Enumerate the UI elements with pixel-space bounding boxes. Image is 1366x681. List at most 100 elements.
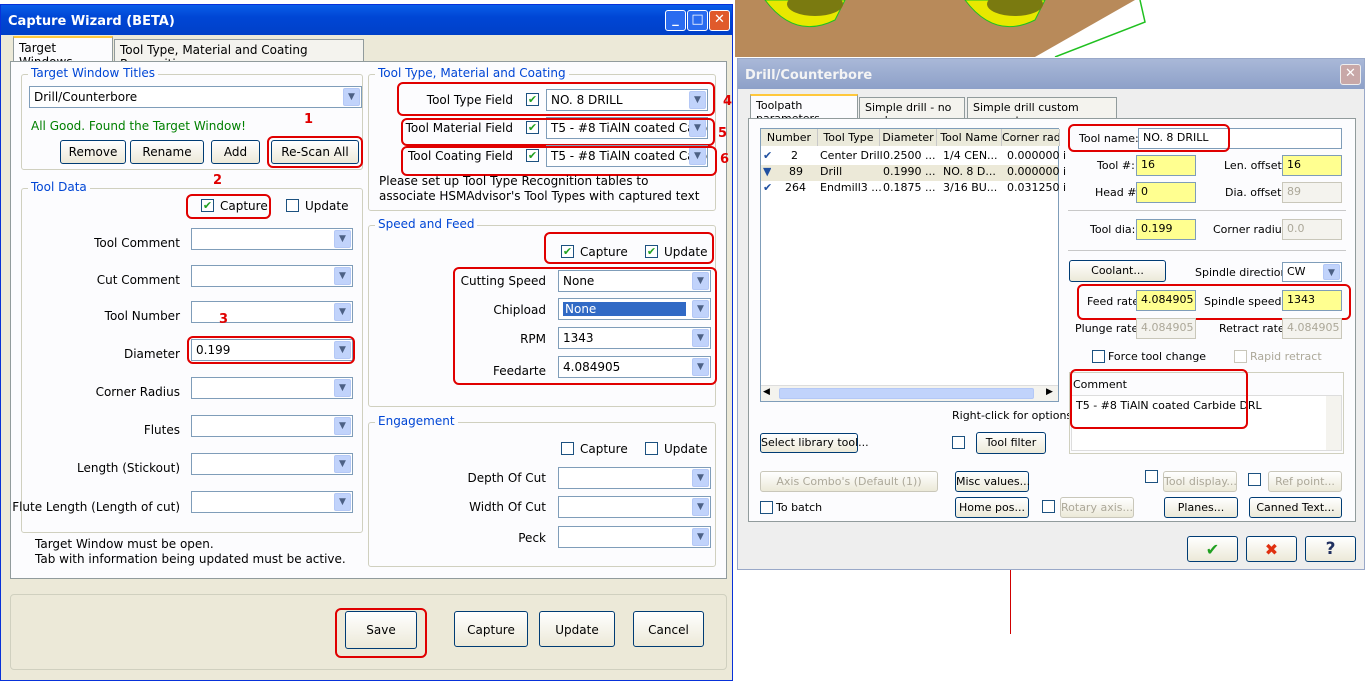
- tool-check-icon: ✔: [763, 181, 773, 194]
- column-header-number[interactable]: Number: [761, 129, 818, 146]
- tab-tool-recognition[interactable]: Tool Type, Material and Coating Recognit…: [114, 39, 364, 71]
- horizontal-scrollbar[interactable]: ◀ ▶: [761, 385, 1058, 401]
- annotation-box-save: [335, 608, 427, 658]
- tool-data-update-checkbox[interactable]: [286, 199, 299, 212]
- axis-combo-button[interactable]: Axis Combo's (Default (1)): [760, 471, 938, 492]
- rotary-axis-button[interactable]: Rotary axis...: [1060, 497, 1134, 518]
- table-row[interactable]: ✔ 264 Endmill3 ... 0.1875 ... 3/16 BU...…: [761, 181, 1066, 197]
- column-header-diameter[interactable]: Diameter: [880, 129, 937, 146]
- force-tool-change-checkbox[interactable]: [1092, 350, 1105, 363]
- engagement-capture-checkbox[interactable]: [561, 442, 574, 455]
- depth-of-cut-select[interactable]: ▼: [558, 467, 711, 489]
- column-header-corner-rad[interactable]: Corner rad: [1002, 129, 1060, 146]
- cancel-button[interactable]: Cancel: [633, 611, 704, 647]
- len-offset-label: Len. offset:: [1224, 159, 1286, 172]
- select-library-tool-button[interactable]: Select library tool...: [760, 433, 869, 453]
- cut-comment-label: Cut Comment: [96, 273, 180, 287]
- remove-button[interactable]: Remove: [60, 140, 126, 164]
- maximize-icon[interactable]: □: [687, 10, 708, 31]
- rename-button[interactable]: Rename: [130, 140, 204, 164]
- flute-length-select[interactable]: ▼: [191, 491, 353, 513]
- scroll-left-icon[interactable]: ◀: [763, 387, 770, 397]
- rapid-retract-checkbox[interactable]: [1234, 350, 1247, 363]
- minimize-icon[interactable]: _: [665, 10, 686, 31]
- width-of-cut-select[interactable]: ▼: [558, 496, 711, 518]
- annotation-box-6: [401, 146, 717, 176]
- scrollbar-thumb[interactable]: [779, 388, 1034, 399]
- planes-button[interactable]: Planes...: [1164, 497, 1238, 518]
- column-header-tool-name[interactable]: Tool Name: [937, 129, 1002, 146]
- annotation-box-2: [186, 194, 271, 219]
- chevron-down-icon: ▼: [1323, 264, 1340, 280]
- length-stickout-select[interactable]: ▼: [191, 453, 353, 475]
- dia-offset-field[interactable]: 89: [1282, 182, 1342, 203]
- scroll-right-icon[interactable]: ▶: [1046, 387, 1053, 397]
- help-icon: ?: [1325, 539, 1336, 559]
- depth-of-cut-label: Depth Of Cut: [467, 471, 546, 485]
- cut-comment-select[interactable]: ▼: [191, 265, 353, 287]
- tool-display-checkbox[interactable]: [1145, 470, 1158, 483]
- retract-rate-field[interactable]: 4.084905: [1282, 318, 1342, 339]
- tmc-note-2: associate HSMAdvisor's Tool Types with c…: [379, 189, 700, 203]
- rotary-axis-checkbox[interactable]: [1042, 500, 1055, 513]
- chevron-down-icon: ▼: [334, 303, 351, 321]
- chevron-down-icon: ▼: [343, 88, 360, 106]
- drill-counterbore-window: Drill/Counterbore ✕ Toolpath parameters …: [737, 58, 1365, 570]
- misc-values-button[interactable]: Misc values...: [955, 471, 1030, 492]
- annotation-box-speed-feed: [453, 267, 717, 385]
- tab-toolpath-parameters[interactable]: Toolpath parameters: [750, 94, 858, 125]
- capture-wizard-titlebar[interactable]: Capture Wizard (BETA) _ □ ✕: [1, 5, 732, 35]
- chevron-down-icon: ▼: [334, 267, 351, 285]
- tool-filter-button[interactable]: Tool filter: [976, 432, 1046, 454]
- tool-number-field[interactable]: 16: [1136, 155, 1196, 176]
- engagement-update-checkbox[interactable]: [645, 442, 658, 455]
- tab-simple-drill-custom[interactable]: Simple drill custom parameters: [967, 97, 1117, 127]
- chevron-down-icon: ▼: [334, 493, 351, 511]
- len-offset-field[interactable]: 16: [1282, 155, 1342, 176]
- spindle-direction-select[interactable]: CW ▼: [1282, 262, 1342, 282]
- plunge-rate-field[interactable]: 4.084905: [1136, 318, 1196, 339]
- close-icon[interactable]: ✕: [709, 10, 730, 31]
- footer-note-2: Tab with information being updated must …: [35, 552, 346, 566]
- update-button[interactable]: Update: [539, 611, 615, 647]
- home-pos-button[interactable]: Home pos...: [955, 497, 1029, 518]
- to-batch-checkbox[interactable]: [760, 501, 773, 514]
- tool-number-select[interactable]: ▼: [191, 301, 353, 323]
- close-icon[interactable]: ✕: [1340, 64, 1361, 85]
- ok-button[interactable]: ✔: [1187, 536, 1238, 562]
- capture-button[interactable]: Capture: [454, 611, 528, 647]
- canned-text-button[interactable]: Canned Text...: [1249, 497, 1342, 518]
- column-header-tool-type[interactable]: Tool Type: [818, 129, 880, 146]
- x-icon: ✖: [1264, 540, 1279, 559]
- tool-list-table[interactable]: Number Tool Type Diameter Tool Name Corn…: [760, 128, 1066, 402]
- help-button[interactable]: ?: [1305, 536, 1356, 562]
- corner-radius-field[interactable]: 0.0: [1282, 219, 1342, 240]
- tool-data-update-label: Update: [305, 199, 349, 213]
- peck-select[interactable]: ▼: [558, 526, 711, 548]
- spindle-direction-label: Spindle direction:: [1195, 266, 1292, 279]
- vertical-scrollbar[interactable]: [1326, 396, 1341, 450]
- corner-radius-select[interactable]: ▼: [191, 377, 353, 399]
- annotation-number-6: 6: [720, 152, 730, 167]
- head-number-field[interactable]: 0: [1136, 182, 1196, 203]
- tool-dia-field[interactable]: 0.199: [1136, 219, 1196, 240]
- tab-simple-drill-no-peck[interactable]: Simple drill - no peck: [859, 97, 965, 127]
- table-row[interactable]: ✔ 2 Center Drill 0.2500 ... 1/4 CEN... 0…: [761, 149, 1066, 165]
- tool-comment-select[interactable]: ▼: [191, 228, 353, 250]
- ref-point-button[interactable]: Ref point...: [1268, 471, 1342, 492]
- tool-display-button[interactable]: Tool display...: [1163, 471, 1237, 492]
- plunge-rate-label: Plunge rate:: [1075, 322, 1142, 335]
- rapid-retract-label: Rapid retract: [1250, 350, 1322, 363]
- add-button[interactable]: Add: [211, 140, 260, 164]
- ref-point-checkbox[interactable]: [1248, 473, 1261, 486]
- coolant-button[interactable]: Coolant...: [1069, 260, 1166, 282]
- target-window-select[interactable]: Drill/Counterbore ▼: [29, 86, 362, 108]
- cad-model-graphic: [735, 0, 1366, 58]
- flutes-select[interactable]: ▼: [191, 415, 353, 437]
- drill-titlebar[interactable]: Drill/Counterbore ✕: [738, 59, 1364, 89]
- cancel-x-button[interactable]: ✖: [1246, 536, 1297, 562]
- cad-axis-line: [1010, 570, 1011, 634]
- table-row[interactable]: ▼ 89 Drill 0.1990 ... NO. 8 D... 0.00000…: [761, 165, 1066, 181]
- tab-target-windows[interactable]: Target Windows: [13, 36, 113, 69]
- tool-filter-checkbox[interactable]: [952, 436, 965, 449]
